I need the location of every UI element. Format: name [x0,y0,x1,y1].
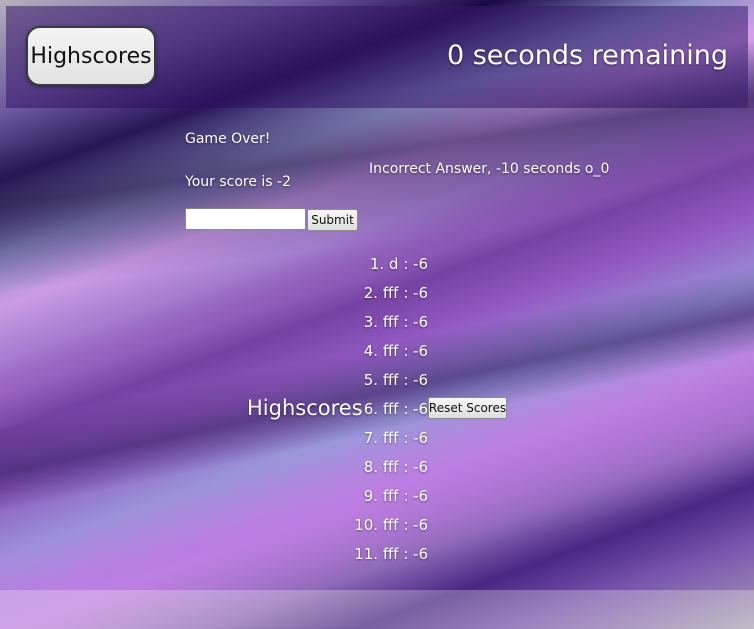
footer-band [0,590,754,629]
highscores-button[interactable]: Highscores [26,26,156,86]
list-item: 5. fff : -6 [363,371,428,389]
list-item: 2. fff : -6 [363,284,428,302]
timer-text: 0 seconds remaining [446,40,728,71]
list-item: 6. fff : -6 [363,400,428,418]
name-input[interactable] [185,208,306,230]
list-item: 8. fff : -6 [363,458,428,476]
list-item: 9. fff : -6 [363,487,428,505]
header-bar: Highscores 0 seconds remaining [6,6,748,108]
game-over-text: Game Over! [185,131,271,147]
list-item: 7. fff : -6 [363,429,428,447]
highscore-list: 1. d : -6 2. fff : -6 3. fff : -6 4. fff… [340,252,428,571]
reset-scores-button[interactable]: Reset Scores [428,397,507,419]
list-item: 1. d : -6 [369,255,428,273]
list-item: 11. fff : -6 [354,545,428,563]
list-item: 4. fff : -6 [363,342,428,360]
submit-button[interactable]: Submit [307,209,358,231]
feedback-text: Incorrect Answer, -10 seconds o_0 [369,161,610,177]
list-item: 10. fff : -6 [354,516,428,534]
list-item: 3. fff : -6 [363,313,428,331]
score-text: Your score is -2 [185,174,291,190]
